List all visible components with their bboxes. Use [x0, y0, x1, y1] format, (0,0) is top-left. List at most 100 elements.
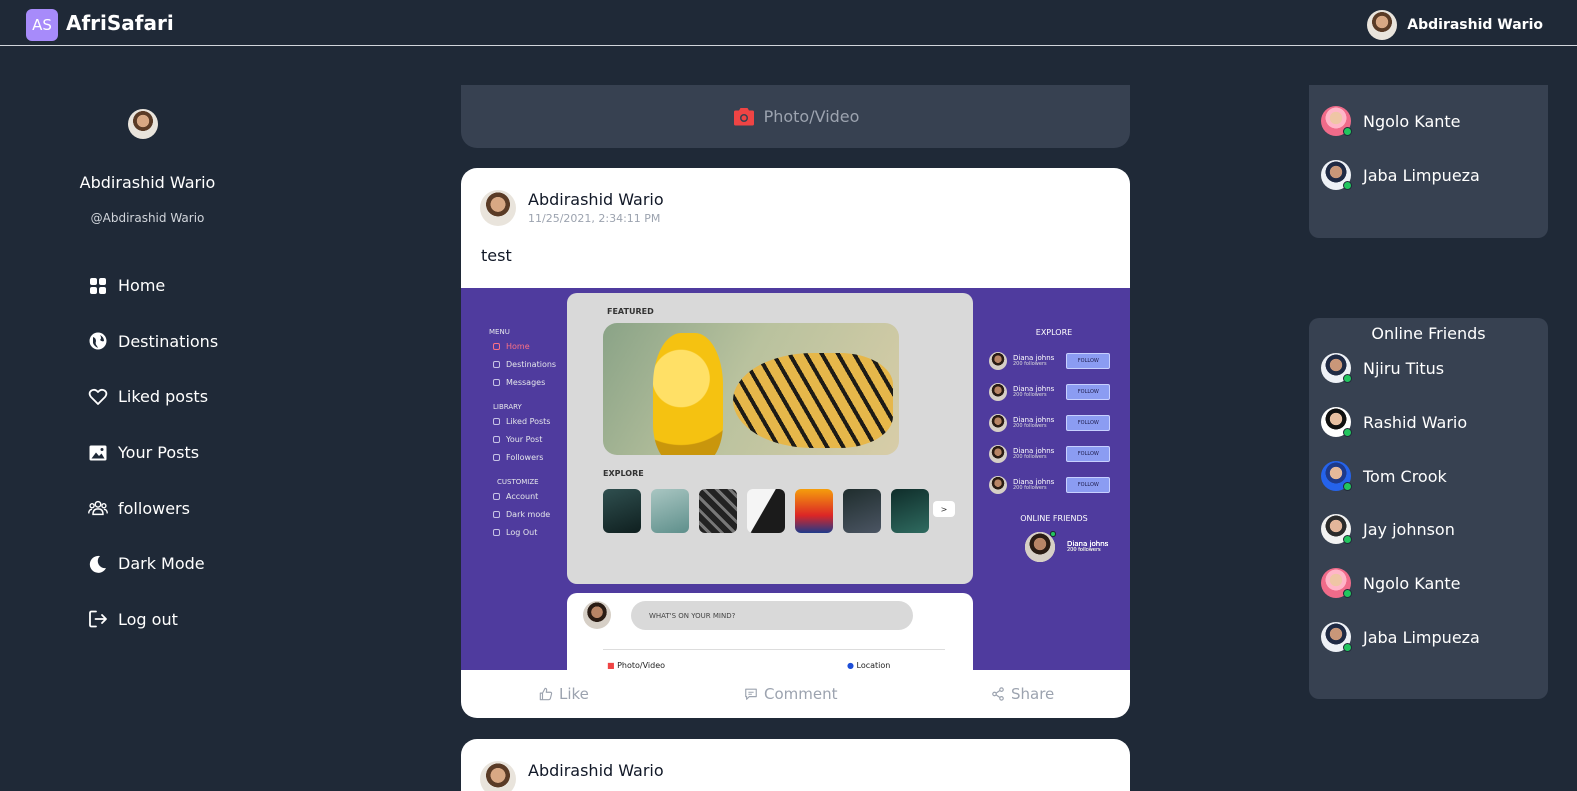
post-composer: Photo/Video — [461, 85, 1130, 148]
embedded-right-explore-label: EXPLORE — [1035, 328, 1073, 337]
embedded-follow-button: FOLLOW — [1066, 383, 1111, 400]
friend-item[interactable]: Jaba Limpueza — [1321, 622, 1480, 652]
thumbnail — [795, 489, 833, 533]
embedded-location: ● Location — [847, 661, 890, 670]
sidebar-item-destinations[interactable]: Destinations — [88, 314, 218, 370]
post-image[interactable]: MENU Home Destinations Messages LIBRARY … — [461, 288, 1130, 670]
embedded-menu-item-label: Account — [506, 492, 539, 501]
sidebar-item-label: Destinations — [118, 331, 219, 351]
avatar — [1321, 622, 1352, 652]
avatar — [989, 382, 1007, 401]
embedded-menu-item-label: Followers — [506, 453, 544, 462]
online-status-icon — [1343, 482, 1352, 491]
image-icon — [89, 445, 107, 461]
embedded-menu-item-label: Destinations — [506, 360, 557, 369]
sidebar-item-label: followers — [118, 498, 190, 518]
post-card: Abdirashid Wario — [461, 739, 1130, 791]
thumbs-up-icon — [539, 687, 553, 701]
post-text: test — [481, 246, 512, 265]
sidebar-item-label: Log out — [118, 609, 178, 629]
top-user-name[interactable]: Abdirashid Wario — [1407, 17, 1543, 33]
thumbnails-next-button: > — [933, 501, 955, 517]
avatar[interactable] — [1367, 10, 1398, 40]
friend-item[interactable]: Jay johnson — [1321, 514, 1455, 544]
share-icon — [992, 687, 1004, 701]
top-user-menu[interactable]: Abdirashid Wario — [1367, 10, 1543, 40]
logo-badge[interactable]: AS — [26, 9, 58, 41]
embedded-menu-item: Home — [493, 342, 565, 351]
sidebar-item-label: Liked posts — [118, 387, 209, 407]
post-author-avatar[interactable] — [480, 761, 516, 791]
like-button[interactable]: Like — [539, 685, 589, 703]
suggestion-followers: 200 followers — [1013, 422, 1047, 429]
embedded-follow-button: FOLLOW — [1066, 476, 1111, 493]
friend-item[interactable]: Njiru Titus — [1321, 353, 1444, 383]
sidebar-item-dark-mode[interactable]: Dark Mode — [88, 536, 218, 592]
post-author-name[interactable]: Abdirashid Wario — [528, 761, 664, 780]
post-author-avatar[interactable] — [480, 190, 516, 226]
embedded-menu-item: Liked Posts — [493, 417, 565, 426]
globe-icon — [493, 361, 500, 368]
photo-video-button[interactable]: Photo/Video — [764, 107, 860, 126]
embedded-menu-item-label: Dark mode — [506, 510, 551, 519]
online-status-icon — [1343, 374, 1352, 383]
thumbnail — [603, 489, 641, 533]
sidebar-item-your-posts[interactable]: Your Posts — [88, 425, 218, 481]
sidebar-item-home[interactable]: Home — [88, 258, 218, 314]
avatar — [1321, 160, 1352, 190]
sidebar-item-label: Home — [118, 276, 166, 296]
friend-item[interactable]: Tom Crook — [1321, 461, 1447, 491]
flower-shape — [653, 333, 723, 455]
camera-icon — [733, 107, 754, 125]
top-bar: AS AfriSafari Abdirashid Wario — [0, 0, 1577, 46]
post-author-name[interactable]: Abdirashid Wario — [528, 190, 664, 209]
embedded-photo-video-label: Photo/Video — [617, 661, 666, 670]
sidebar-item-log-out[interactable]: Log out — [88, 592, 218, 648]
avatar — [1321, 461, 1352, 491]
thumbnail — [699, 489, 737, 533]
comment-icon — [745, 688, 757, 700]
embedded-thumbnails — [603, 489, 929, 533]
brand-name[interactable]: AfriSafari — [66, 11, 174, 35]
embedded-location-label: Location — [856, 661, 891, 670]
share-label: Share — [1011, 685, 1055, 703]
online-status-icon — [1343, 181, 1352, 190]
friend-name: Njiru Titus — [1363, 358, 1445, 378]
sidebar-item-liked-posts[interactable]: Liked posts — [88, 369, 218, 425]
embedded-menu-item: Messages — [493, 378, 565, 387]
embedded-suggestion-row: Diana johns 200 followers FOLLOW — [979, 469, 1129, 500]
logout-icon — [89, 610, 107, 628]
left-sidebar: Abdirashid Wario @Abdirashid Wario Home … — [0, 46, 300, 791]
profile-avatar[interactable] — [128, 109, 158, 139]
embedded-menu-item-label: Messages — [506, 378, 546, 387]
embedded-composer: WHAT'S ON YOUR MIND? ■ Photo/Video ● Loc… — [567, 593, 973, 670]
friend-item[interactable]: Rashid Wario — [1321, 407, 1467, 437]
camera-icon: ■ — [607, 661, 618, 670]
friend-item[interactable]: Ngolo Kante — [1321, 106, 1461, 136]
thumbnail — [651, 489, 689, 533]
embedded-menu-item: Your Post — [493, 435, 565, 444]
heart-icon — [493, 418, 500, 425]
embedded-menu-item-label: Log Out — [506, 528, 538, 537]
avatar — [583, 601, 611, 629]
embedded-suggestion-row: Diana johns 200 followers FOLLOW — [979, 345, 1129, 376]
like-label: Like — [559, 685, 589, 703]
heart-icon — [88, 388, 108, 405]
user-icon — [493, 493, 500, 500]
share-button[interactable]: Share — [991, 685, 1054, 703]
sidebar-item-label: Dark Mode — [118, 554, 205, 574]
embedded-menu-label: MENU — [489, 328, 510, 336]
embedded-menu-item: Log Out — [493, 528, 565, 537]
embedded-follow-button: FOLLOW — [1066, 352, 1111, 369]
sidebar-item-label: Your Posts — [118, 443, 200, 463]
friend-item[interactable]: Jaba Limpueza — [1321, 160, 1480, 190]
comment-button[interactable]: Comment — [744, 685, 838, 703]
online-status-icon — [1343, 428, 1352, 437]
sidebar-item-followers[interactable]: followers — [88, 480, 218, 536]
embedded-photo-video: ■ Photo/Video — [607, 661, 665, 670]
embedded-suggestion-row: Diana johns 200 followers FOLLOW — [979, 376, 1129, 407]
globe-icon — [89, 332, 107, 350]
embedded-follow-button: FOLLOW — [1066, 414, 1111, 431]
friend-item[interactable]: Ngolo Kante — [1321, 568, 1461, 598]
suggestion-followers: 200 followers — [1013, 453, 1047, 460]
